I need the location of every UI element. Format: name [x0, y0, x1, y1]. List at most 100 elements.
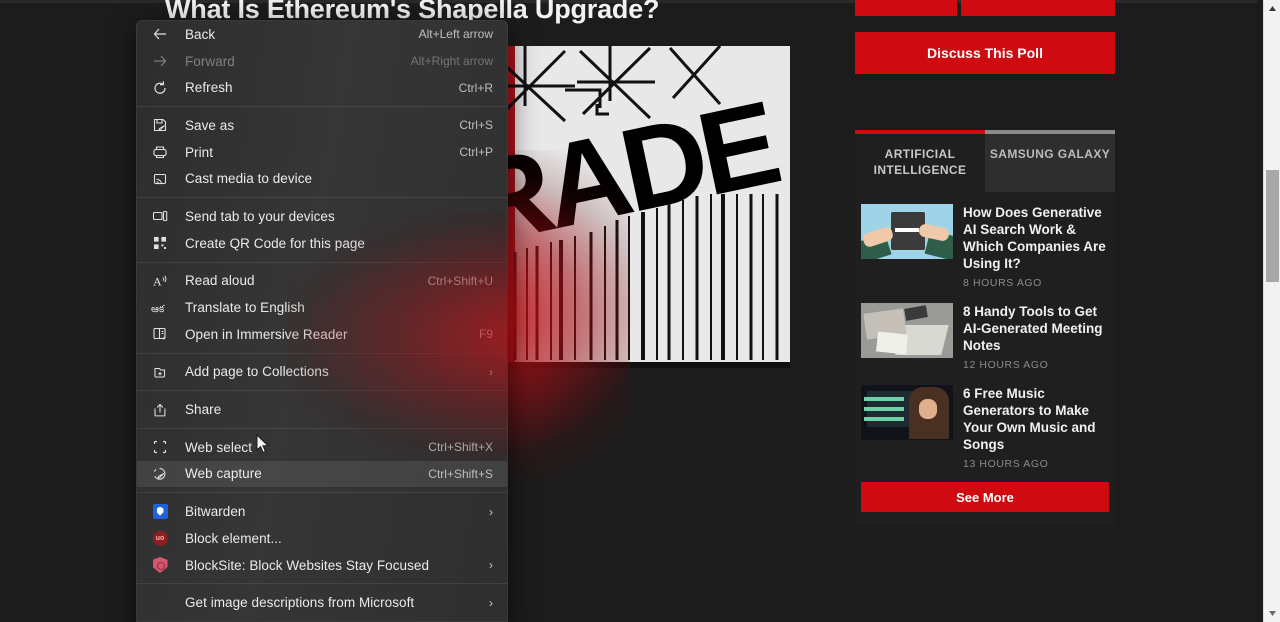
menu-label: Refresh — [185, 80, 233, 96]
menu-item-blocksite[interactable]: BlockSite: Block Websites Stay Focused › — [137, 552, 507, 579]
right-sidebar: Vote View Results Discuss This Poll ARTI… — [855, 0, 1115, 526]
vote-button[interactable]: Vote — [855, 0, 957, 16]
scrollbar-thumb[interactable] — [1266, 170, 1279, 282]
news-title: 8 Handy Tools to Get AI-Generated Meetin… — [963, 304, 1103, 353]
menu-label: Share — [185, 402, 222, 418]
menu-item-immersive-reader[interactable]: Open in Immersive Reader F9 — [137, 321, 507, 348]
menu-label: Cast media to device — [185, 171, 313, 187]
view-results-button[interactable]: View Results — [961, 0, 1115, 16]
menu-item-block-element[interactable]: Block element... — [137, 525, 507, 552]
menu-accelerator: F9 — [478, 327, 493, 342]
save-icon — [149, 117, 171, 133]
scroll-up-arrow-icon[interactable] — [1264, 0, 1280, 17]
blocksite-icon — [149, 557, 171, 574]
news-tabs: ARTIFICIAL INTELLIGENCE SAMSUNG GALAXY — [855, 130, 1115, 192]
immersive-reader-icon — [149, 326, 171, 342]
menu-item-print[interactable]: Print Ctrl+P — [137, 139, 507, 166]
menu-label: Add page to Collections — [185, 364, 329, 380]
scroll-down-arrow-icon[interactable] — [1264, 605, 1280, 622]
read-aloud-icon: A — [149, 273, 171, 289]
menu-item-cast-media[interactable]: Cast media to device — [137, 165, 507, 192]
news-timestamp: 12 HOURS AGO — [963, 359, 1049, 371]
menu-separator — [137, 106, 507, 108]
browser-context-menu[interactable]: Back Alt+Left arrow Forward Alt+Right ar… — [136, 20, 508, 622]
menu-accelerator: Ctrl+P — [459, 145, 493, 160]
share-icon — [149, 402, 171, 418]
menu-item-web-capture[interactable]: Web capture Ctrl+Shift+S — [137, 460, 507, 488]
poll-button-row: Vote View Results — [855, 0, 1115, 16]
menu-item-bitwarden[interactable]: Bitwarden › — [137, 498, 507, 525]
menu-accelerator: Ctrl+Shift+U — [427, 273, 493, 288]
print-icon — [149, 144, 171, 160]
menu-item-web-select[interactable]: Web select Ctrl+Shift+X — [137, 434, 507, 461]
menu-label: Back — [185, 26, 216, 42]
chevron-right-icon: › — [489, 504, 493, 519]
refresh-icon — [149, 80, 171, 96]
menu-label: Bitwarden — [185, 504, 246, 520]
menu-item-save-as[interactable]: Save as Ctrl+S — [137, 112, 507, 139]
menu-item-add-to-collections[interactable]: Add page to Collections › — [137, 359, 507, 386]
discuss-poll-button[interactable]: Discuss This Poll — [855, 32, 1115, 74]
menu-item-forward: Forward Alt+Right arrow — [137, 48, 507, 75]
list-item[interactable]: 8 Handy Tools to Get AI-Generated Meetin… — [861, 297, 1109, 379]
menu-accelerator: Ctrl+Shift+S — [428, 466, 493, 481]
menu-label: BlockSite: Block Websites Stay Focused — [185, 557, 430, 573]
news-list: How Does Generative AI Search Work & Whi… — [855, 192, 1115, 526]
news-timestamp: 8 HOURS AGO — [963, 277, 1042, 289]
menu-separator — [137, 352, 507, 354]
menu-label: Block element... — [185, 530, 282, 546]
menu-label: Get image descriptions from Microsoft — [185, 595, 415, 611]
bitwarden-icon — [149, 504, 171, 520]
menu-item-back[interactable]: Back Alt+Left arrow — [137, 21, 507, 48]
news-title: 6 Free Music Generators to Make Your Own… — [963, 386, 1096, 452]
menu-separator — [137, 197, 507, 199]
menu-label: Print — [185, 144, 214, 160]
menu-label: Create QR Code for this page — [185, 235, 365, 251]
list-item[interactable]: How Does Generative AI Search Work & Whi… — [861, 198, 1109, 297]
menu-accelerator: Ctrl+S — [459, 118, 493, 133]
back-arrow-icon — [149, 26, 171, 42]
news-card: ARTIFICIAL INTELLIGENCE SAMSUNG GALAXY H… — [855, 130, 1115, 526]
menu-item-send-tab[interactable]: Send tab to your devices — [137, 203, 507, 230]
article-hero-image: RADE — [505, 46, 790, 368]
menu-separator — [137, 261, 507, 263]
qr-code-icon — [149, 235, 171, 251]
menu-accelerator: Alt+Right arrow — [410, 54, 493, 69]
see-more-button[interactable]: See More — [861, 482, 1109, 512]
chevron-right-icon: › — [489, 364, 493, 379]
tab-artificial-intelligence[interactable]: ARTIFICIAL INTELLIGENCE — [855, 130, 985, 192]
list-item[interactable]: 6 Free Music Generators to Make Your Own… — [861, 379, 1109, 478]
svg-text:A: A — [153, 274, 162, 288]
chevron-right-icon: › — [489, 595, 493, 610]
menu-item-image-descriptions[interactable]: Get image descriptions from Microsoft › — [137, 589, 507, 616]
translate-icon: ఆక — [149, 300, 171, 316]
article-thumbnail — [861, 204, 953, 259]
hero-barcode — [513, 194, 779, 360]
window-scrollbar[interactable] — [1263, 0, 1280, 622]
menu-item-create-qr[interactable]: Create QR Code for this page — [137, 230, 507, 257]
menu-label: Read aloud — [185, 273, 255, 289]
menu-label: Send tab to your devices — [185, 208, 335, 224]
chevron-right-icon: › — [489, 558, 493, 573]
cast-icon — [149, 171, 171, 187]
menu-separator — [137, 583, 507, 585]
menu-item-share[interactable]: Share — [137, 396, 507, 423]
menu-label: Save as — [185, 117, 235, 133]
ublock-origin-icon — [149, 530, 171, 546]
collections-icon — [149, 364, 171, 380]
menu-accelerator: Ctrl+R — [458, 80, 493, 95]
menu-item-refresh[interactable]: Refresh Ctrl+R — [137, 74, 507, 101]
menu-item-translate[interactable]: ఆక Translate to English — [137, 294, 507, 321]
menu-separator — [137, 390, 507, 392]
menu-accelerator: Ctrl+Shift+X — [428, 440, 493, 455]
hero-bottom-bar — [505, 362, 790, 368]
article-thumbnail — [861, 385, 953, 440]
web-select-icon — [149, 439, 171, 455]
news-title: How Does Generative AI Search Work & Whi… — [963, 205, 1106, 271]
menu-accelerator: Alt+Left arrow — [418, 27, 493, 42]
screen: What Is Ethereum's Shapella Upgrade? RAD… — [0, 0, 1280, 622]
svg-text:ఆక: ఆక — [151, 304, 165, 315]
menu-label: Open in Immersive Reader — [185, 326, 348, 342]
tab-samsung-galaxy[interactable]: SAMSUNG GALAXY — [985, 130, 1115, 192]
menu-item-read-aloud[interactable]: A Read aloud Ctrl+Shift+U — [137, 268, 507, 295]
